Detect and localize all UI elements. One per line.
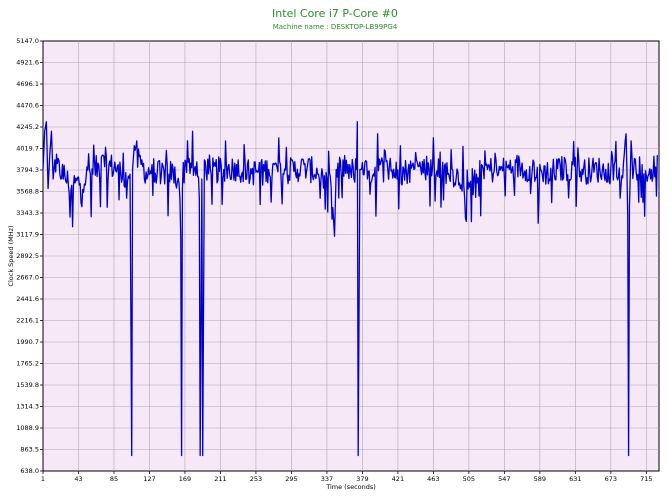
y-tick-label: 638.0 bbox=[20, 467, 39, 475]
y-tick-label: 2441.6 bbox=[16, 295, 39, 303]
x-tick-label: 547 bbox=[498, 475, 510, 483]
x-tick-label: 505 bbox=[463, 475, 475, 483]
y-tick-label: 4696.1 bbox=[16, 80, 39, 88]
grid-lines bbox=[43, 41, 659, 471]
y-tick-label: 2892.5 bbox=[16, 252, 39, 260]
clock-speed-chart: Intel Core i7 P-Core #0 Machine name : D… bbox=[7, 7, 660, 491]
x-tick-label: 127 bbox=[143, 475, 155, 483]
x-tick-label: 379 bbox=[356, 475, 368, 483]
chart-title: Intel Core i7 P-Core #0 bbox=[272, 7, 398, 20]
x-tick-label: 673 bbox=[605, 475, 617, 483]
y-tick-label: 1314.3 bbox=[16, 403, 39, 411]
y-tick-label: 2667.0 bbox=[16, 274, 39, 282]
y-tick-label: 3117.9 bbox=[16, 231, 39, 239]
y-tick-label: 4019.7 bbox=[16, 145, 39, 153]
y-tick-label: 1539.8 bbox=[16, 381, 39, 389]
x-tick-label: 295 bbox=[285, 475, 297, 483]
x-tick-label: 85 bbox=[110, 475, 118, 483]
x-tick-label: 169 bbox=[179, 475, 191, 483]
y-axis-ticks: 5147.0 4921.6 4696.1 4470.6 4245.2 4019.7 3794… bbox=[16, 37, 43, 475]
x-axis-label: Time (seconds) bbox=[325, 483, 376, 491]
y-tick-label: 4921.6 bbox=[16, 59, 39, 67]
y-tick-label: 1990.7 bbox=[16, 338, 39, 346]
x-tick-label: 463 bbox=[427, 475, 439, 483]
x-tick-label: 631 bbox=[569, 475, 581, 483]
y-axis-label: Clock Speed (MHz) bbox=[7, 225, 15, 286]
x-tick-label: 421 bbox=[392, 475, 404, 483]
x-tick-label: 253 bbox=[250, 475, 262, 483]
y-tick-label: 2216.1 bbox=[16, 317, 39, 325]
x-tick-label: 589 bbox=[534, 475, 546, 483]
x-tick-label: 43 bbox=[74, 475, 82, 483]
x-axis-ticks: 1 43 85 127 169 211 253 295 337 379 421 463 505 547 58… bbox=[41, 471, 653, 483]
chart-subtitle: Machine name : DESKTOP-LB99PG4 bbox=[273, 23, 398, 31]
y-tick-label: 1088.9 bbox=[16, 424, 39, 432]
y-tick-label: 3794.3 bbox=[16, 166, 39, 174]
y-tick-label: 863.5 bbox=[20, 446, 39, 454]
x-tick-label: 715 bbox=[640, 475, 652, 483]
x-tick-label: 1 bbox=[41, 475, 45, 483]
y-tick-label: 1765.2 bbox=[16, 360, 39, 368]
y-tick-label: 3568.8 bbox=[16, 188, 39, 196]
x-tick-label: 211 bbox=[214, 475, 226, 483]
y-tick-label: 3343.3 bbox=[16, 209, 39, 217]
y-tick-label: 4470.6 bbox=[16, 102, 39, 110]
y-tick-label: 4245.2 bbox=[16, 123, 39, 131]
x-tick-label: 337 bbox=[321, 475, 333, 483]
y-tick-label: 5147.0 bbox=[16, 37, 39, 45]
